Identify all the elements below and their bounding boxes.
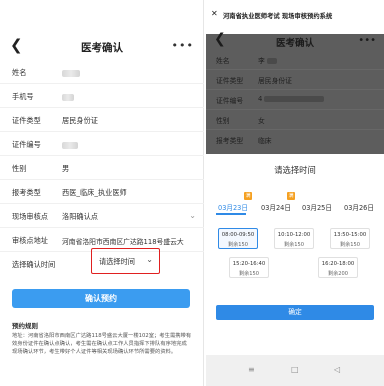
redacted-block — [264, 96, 325, 102]
field-id-number: 证件编号 — [0, 134, 204, 156]
field-label: 证件编号 — [216, 97, 244, 105]
confirm-time-button[interactable]: 确定 — [216, 305, 374, 320]
overlay-row: 姓名 李 — [206, 50, 384, 70]
date-tabs: 满 03月23日 满 03月24日 03月25日 03月26日 — [206, 192, 384, 218]
field-label: 审核点地址 — [12, 236, 48, 245]
date-tab-0325[interactable]: 03月25日 — [302, 202, 332, 212]
field-value: 洛阳确认点 — [62, 212, 98, 221]
left-screen: ❮ 医考确认 ••• 姓名 手机号 证件类型 居民身份证 证件编号 性别 男 报… — [0, 0, 204, 386]
field-label: 性别 — [12, 164, 27, 173]
back-icon[interactable]: ◁ — [334, 365, 340, 374]
field-label: 姓名 — [216, 57, 230, 65]
field-label: 现场审核点 — [12, 212, 48, 221]
menu-icon[interactable]: ≡ — [248, 365, 255, 374]
slot-remaining: 剩余150 — [228, 242, 248, 248]
field-phone: 手机号 — [0, 86, 204, 108]
field-label: 选择确认时间 — [12, 260, 56, 269]
sheet-title: 请选择时间 — [274, 165, 316, 175]
date-tab-0326[interactable]: 03月26日 — [344, 202, 374, 212]
time-slot[interactable]: 10:10-12:00 剩余150 — [274, 228, 314, 249]
time-slot[interactable]: 16:20-18:00 剩余200 — [318, 257, 358, 278]
field-value: 临床 — [258, 137, 272, 145]
field-label: 性别 — [216, 117, 230, 125]
field-label: 证件类型 — [12, 116, 41, 125]
slot-time: 08:00-09:50 — [221, 232, 255, 238]
chevron-down-icon: ⌄ — [146, 255, 153, 264]
home-icon[interactable]: □ — [291, 365, 299, 374]
field-value: 居民身份证 — [62, 116, 98, 125]
field-label: 证件编号 — [12, 140, 41, 149]
overlay-row: 证件编号 4 — [206, 90, 384, 110]
confirm-booking-button[interactable]: 确认预约 — [12, 289, 190, 308]
rules-text: 地址：河南省洛阳市西南区广达路118号盛云大厦一楼102室；考生需携带有效身份证… — [12, 333, 192, 356]
date-tab-0323[interactable]: 03月23日 — [218, 202, 248, 212]
field-value — [62, 68, 80, 77]
slot-remaining: 剩余200 — [328, 271, 348, 277]
full-badge: 满 — [287, 192, 295, 200]
field-value: 河南省洛阳市西南区广达路118号盛云大 — [62, 238, 184, 246]
field-id-type: 证件类型 居民身份证 — [0, 110, 204, 132]
field-value — [62, 92, 74, 101]
slot-time: 10:10-12:00 — [277, 232, 311, 238]
time-picker-sheet: 请选择时间 满 03月23日 满 03月24日 03月25日 03月26日 08… — [206, 154, 384, 386]
time-select-placeholder: 请选择时间 — [99, 257, 135, 266]
field-value: 4 — [258, 95, 325, 103]
field-name: 姓名 — [0, 62, 204, 84]
date-tab-0324[interactable]: 03月24日 — [261, 202, 291, 212]
redacted-block — [62, 93, 74, 101]
overlay-row: 证件类型 居民身份证 — [206, 70, 384, 90]
right-screen: ✕ 河南省执业医师考试 现场审核预约系统 ❮ 医考确认 ••• 姓名 李 证件类… — [206, 0, 384, 386]
overlay-row: 报考类型 临床 — [206, 130, 384, 150]
overlay-row: 性别 女 — [206, 110, 384, 130]
redacted-block — [62, 141, 78, 149]
redacted-block — [266, 58, 277, 64]
field-value-text: 李 — [258, 57, 265, 65]
field-label: 姓名 — [12, 68, 27, 77]
window-title-bar: ✕ 河南省执业医师考试 现场审核预约系统 — [206, 0, 384, 34]
time-slot[interactable]: 15:20-16:40 剩余150 — [229, 257, 269, 278]
field-value: 男 — [62, 164, 70, 173]
field-gender: 性别 男 — [0, 158, 204, 180]
window-title: 河南省执业医师考试 现场审核预约系统 — [223, 13, 333, 20]
time-slot[interactable]: 13:50-15:00 剩余150 — [330, 228, 370, 249]
time-select[interactable]: 请选择时间 ⌄ — [91, 248, 160, 274]
header: ❮ 医考确认 ••• — [0, 34, 204, 60]
dimmed-form: ❮ 医考确认 ••• 姓名 李 证件类型 居民身份证 证件编号 4 性别 女 报… — [206, 31, 384, 154]
full-badge: 满 — [244, 192, 252, 200]
field-value: 李 — [258, 55, 277, 65]
slot-remaining: 剩余150 — [284, 242, 304, 248]
overlay-title: 医考确认 — [275, 38, 314, 49]
field-exam-type: 报考类型 西医_临床_执业医师 — [0, 182, 204, 204]
field-review-site[interactable]: 现场审核点 洛阳确认点 ⌄ — [0, 206, 204, 228]
more-icon: ••• — [358, 35, 376, 46]
slot-time: 13:50-15:00 — [333, 232, 367, 238]
more-icon[interactable]: ••• — [172, 39, 194, 52]
rules-title: 预约规则 — [12, 322, 38, 330]
close-icon[interactable]: ✕ — [211, 9, 218, 18]
system-nav-bar: ≡ □ ◁ — [206, 355, 384, 386]
slot-time: 16:20-18:00 — [321, 261, 355, 267]
time-slot[interactable]: 08:00-09:50 剩余150 — [218, 228, 258, 249]
field-label: 报考类型 — [12, 188, 41, 197]
field-value: 西医_临床_执业医师 — [62, 188, 127, 197]
field-value-text: 4 — [258, 95, 263, 103]
redacted-block — [62, 69, 80, 77]
field-value: 女 — [258, 117, 265, 125]
field-label: 手机号 — [12, 92, 34, 101]
field-label: 报考类型 — [216, 137, 244, 145]
slot-remaining: 剩余150 — [239, 271, 259, 277]
chevron-down-icon: ⌄ — [189, 211, 196, 220]
slot-remaining: 剩余150 — [340, 242, 360, 248]
field-label: 证件类型 — [216, 77, 244, 85]
active-date-underline — [216, 213, 246, 215]
slot-time: 15:20-16:40 — [232, 261, 266, 267]
field-value — [62, 140, 78, 149]
field-value: 居民身份证 — [258, 77, 292, 85]
